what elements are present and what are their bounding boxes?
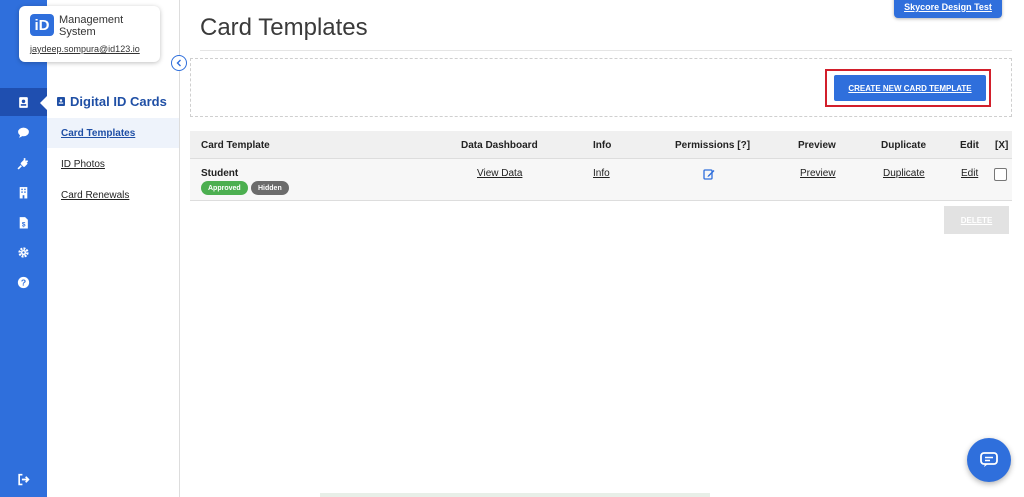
id-card-icon [57,97,65,106]
id123-logo: iD [30,14,54,36]
rail-item-help[interactable]: ? [0,268,47,296]
icon-rail: $ ? [0,0,47,497]
organization-button[interactable]: Skycore Design Test [894,0,1002,18]
subnav-item-card-renewals[interactable]: Card Renewals [47,180,179,210]
secondary-sidebar: Digital ID Cards Card Templates ID Photo… [47,0,180,497]
help-icon: ? [17,276,30,288]
collapse-sidebar-button[interactable] [171,55,187,71]
page-title: Card Templates [200,14,368,41]
app-name: Management System [59,14,124,38]
status-badge-hidden: Hidden [251,181,289,195]
chat-icon [980,452,998,467]
svg-text:?: ? [21,277,26,287]
column-header-data-dashboard: Data Dashboard [461,139,538,151]
edit-link[interactable]: Edit [961,168,978,179]
rail-item-billing[interactable]: $ [0,208,47,236]
column-header-permissions[interactable]: Permissions [?] [675,131,750,159]
svg-text:$: $ [22,221,26,228]
plug-icon [17,157,28,169]
title-divider [200,50,1012,51]
user-email[interactable]: jaydeep.sompura@id123.io [30,44,140,54]
chat-widget-button[interactable] [967,438,1011,482]
active-indicator [40,96,47,110]
duplicate-link[interactable]: Duplicate [883,168,925,179]
subnav-item-id-photos[interactable]: ID Photos [47,149,179,179]
edit-permissions-icon[interactable] [703,168,715,180]
rail-item-settings[interactable] [0,238,47,266]
rail-item-integrations[interactable] [0,149,47,177]
chat-icon [18,127,29,138]
create-card-template-button[interactable]: CREATE NEW CARD TEMPLATE [834,75,986,101]
template-name: Student [201,168,239,179]
subnav-item-card-templates[interactable]: Card Templates [47,118,179,148]
sign-out-icon [18,473,30,485]
column-header-preview: Preview [798,139,836,151]
rail-item-organization[interactable] [0,178,47,206]
rail-item-messages[interactable] [0,118,47,146]
column-header-duplicate: Duplicate [881,139,927,151]
bottom-edge [320,493,710,497]
chevron-left-icon [176,59,181,67]
id-card-icon [19,96,28,108]
column-header-card-template: Card Template [201,139,270,151]
info-link[interactable]: Info [593,168,610,179]
document-icon: $ [19,216,28,228]
status-badge-approved: Approved [201,181,248,195]
table-row: Student Approved Hidden View Data Info P… [190,159,1012,201]
table-header: Card Template Data Dashboard Info Permis… [190,131,1012,159]
section-title: Digital ID Cards [57,94,167,109]
rail-item-logout[interactable] [0,465,47,493]
logo-card: iD Management System jaydeep.sompura@id1… [19,6,160,62]
building-icon [19,186,28,198]
column-header-select: [X] [995,139,1009,151]
column-header-edit: Edit [960,139,979,151]
column-header-info: Info [593,139,612,151]
gear-icon [18,246,29,258]
delete-button[interactable]: DELETE [944,206,1009,234]
view-data-link[interactable]: View Data [477,168,522,179]
preview-link[interactable]: Preview [800,168,836,179]
row-select-checkbox[interactable] [994,168,1007,181]
